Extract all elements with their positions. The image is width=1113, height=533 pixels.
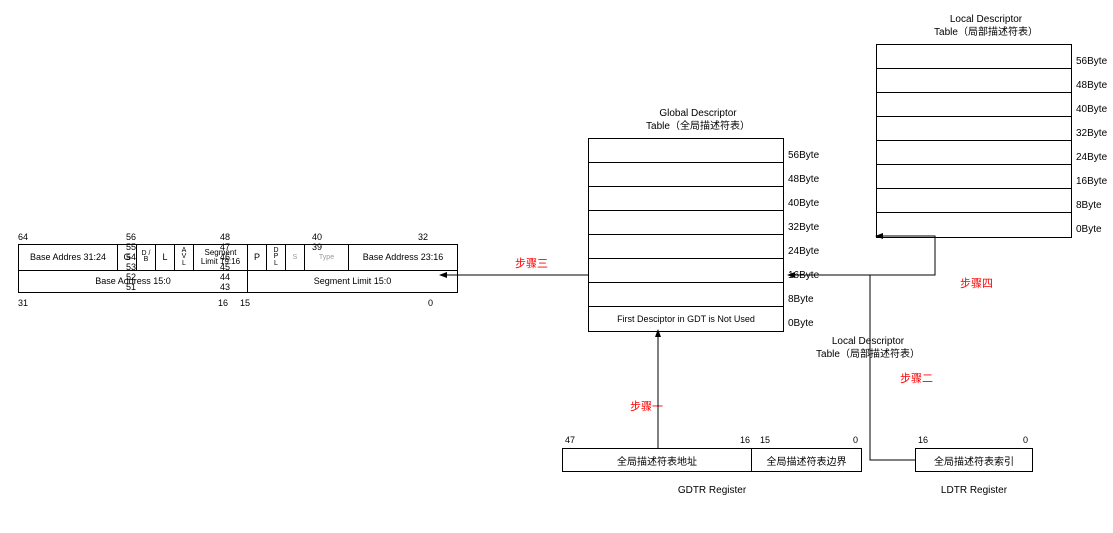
ldt-table	[876, 44, 1072, 238]
ldt-row-2	[877, 165, 1071, 189]
ldt-byte-48: 48Byte	[1076, 80, 1107, 91]
gdtr-tick-0: 0	[853, 435, 858, 445]
gdt-row-4	[589, 211, 783, 235]
ldt-byte-0: 0Byte	[1076, 224, 1102, 235]
cell-base-15-0: Base Address 15:0	[19, 270, 248, 292]
ldt-row-1	[877, 189, 1071, 213]
ldt-small-line2: Table（局部描述符表）	[788, 348, 948, 361]
cell-l: L	[156, 245, 175, 271]
cell-dpl: D P L	[267, 245, 286, 271]
gdt-byte-8: 8Byte	[788, 294, 814, 305]
cell-type: Type	[305, 245, 349, 271]
tick-32: 32	[418, 232, 428, 242]
gdt-title: Global Descriptor Table（全局描述符表）	[588, 107, 808, 133]
gdtr-tick-47: 47	[565, 435, 575, 445]
ldt-title-line2: Table（局部描述符表）	[876, 26, 1096, 39]
step-3: 步骤三	[515, 255, 548, 271]
ldt-byte-16: 16Byte	[1076, 176, 1107, 187]
cell-g: G	[118, 245, 137, 271]
cell-base-23-16: Base Address 23:16	[349, 245, 458, 271]
gdtr-tick-15: 15	[760, 435, 770, 445]
ldt-byte-40: 40Byte	[1076, 104, 1107, 115]
gdt-byte-56: 56Byte	[788, 150, 819, 161]
tick-31: 31	[18, 298, 28, 308]
ldt-small-label: Local Descriptor Table（局部描述符表）	[788, 335, 948, 361]
gdt-row-2	[589, 259, 783, 283]
tick-0b: 0	[428, 298, 433, 308]
gdt-row-7	[589, 139, 783, 163]
gdtr-tick-16: 16	[740, 435, 750, 445]
gdt-row-3	[589, 235, 783, 259]
gdtr-limit: 全局描述符表边界	[752, 449, 861, 471]
ldt-byte-8: 8Byte	[1076, 200, 1102, 211]
ldtr-tick-0: 0	[1023, 435, 1028, 445]
gdt-byte-24: 24Byte	[788, 246, 819, 257]
step-1: 步骤一	[630, 398, 663, 414]
gdtr-label: GDTR Register	[562, 485, 862, 496]
cell-avl: A V L	[175, 245, 194, 271]
ldt-row-7	[877, 45, 1071, 69]
cell-p: P	[248, 245, 267, 271]
ldt-byte-24: 24Byte	[1076, 152, 1107, 163]
gdt-byte-0: 0Byte	[788, 318, 814, 329]
ldt-row-6	[877, 69, 1071, 93]
cell-seg-limit-15-0: Segment Limit 15:0	[248, 270, 458, 292]
ldtr-index: 全局描述符表索引	[916, 449, 1032, 471]
gdt-byte-48: 48Byte	[788, 174, 819, 185]
ldt-row-5	[877, 93, 1071, 117]
cell-base-31-24: Base Addres 31:24	[19, 245, 118, 271]
cell-seg-limit-19-16: Segment Limit 19:16	[194, 245, 248, 271]
ldtr-register: 全局描述符表索引	[915, 448, 1033, 472]
tick-16b: 16	[218, 298, 228, 308]
step-4: 步骤四	[960, 275, 993, 291]
gdt-title-line2: Table（全局描述符表）	[588, 120, 808, 133]
gdt-row-0: First Desciptor in GDT is Not Used	[589, 307, 783, 331]
gdt-row-1	[589, 283, 783, 307]
ldt-title: Local Descriptor Table（局部描述符表）	[876, 13, 1096, 39]
gdtr-register: 全局描述符表地址 全局描述符表边界	[562, 448, 862, 472]
ldtr-tick-16: 16	[918, 435, 928, 445]
descriptor-row-2: Base Address 15:0 Segment Limit 15:0	[19, 270, 458, 292]
gdt-byte-16: 16Byte	[788, 270, 819, 281]
ldt-small-line1: Local Descriptor	[788, 335, 948, 348]
gdt-byte-40: 40Byte	[788, 198, 819, 209]
ldt-title-line1: Local Descriptor	[876, 13, 1096, 26]
descriptor-table: Base Addres 31:24 G D / B L A V L Segmen…	[18, 244, 458, 293]
cell-db: D / B	[137, 245, 156, 271]
ldt-row-4	[877, 117, 1071, 141]
gdt-table: First Desciptor in GDT is Not Used	[588, 138, 784, 332]
ldtr-label: LDTR Register	[915, 485, 1033, 496]
gdt-row-5	[589, 187, 783, 211]
tick-64: 64	[18, 232, 28, 242]
cell-s: S	[286, 245, 305, 271]
ldt-byte-32: 32Byte	[1076, 128, 1107, 139]
descriptor-row-1: Base Addres 31:24 G D / B L A V L Segmen…	[19, 245, 458, 271]
gdtr-addr: 全局描述符表地址	[563, 449, 752, 471]
ldt-row-3	[877, 141, 1071, 165]
ldt-row-0	[877, 213, 1071, 237]
tick-15b: 15	[240, 298, 250, 308]
gdt-byte-32: 32Byte	[788, 222, 819, 233]
step-2: 步骤二	[900, 370, 933, 386]
gdt-row-6	[589, 163, 783, 187]
gdt-title-line1: Global Descriptor	[588, 107, 808, 120]
ldt-byte-56: 56Byte	[1076, 56, 1107, 67]
